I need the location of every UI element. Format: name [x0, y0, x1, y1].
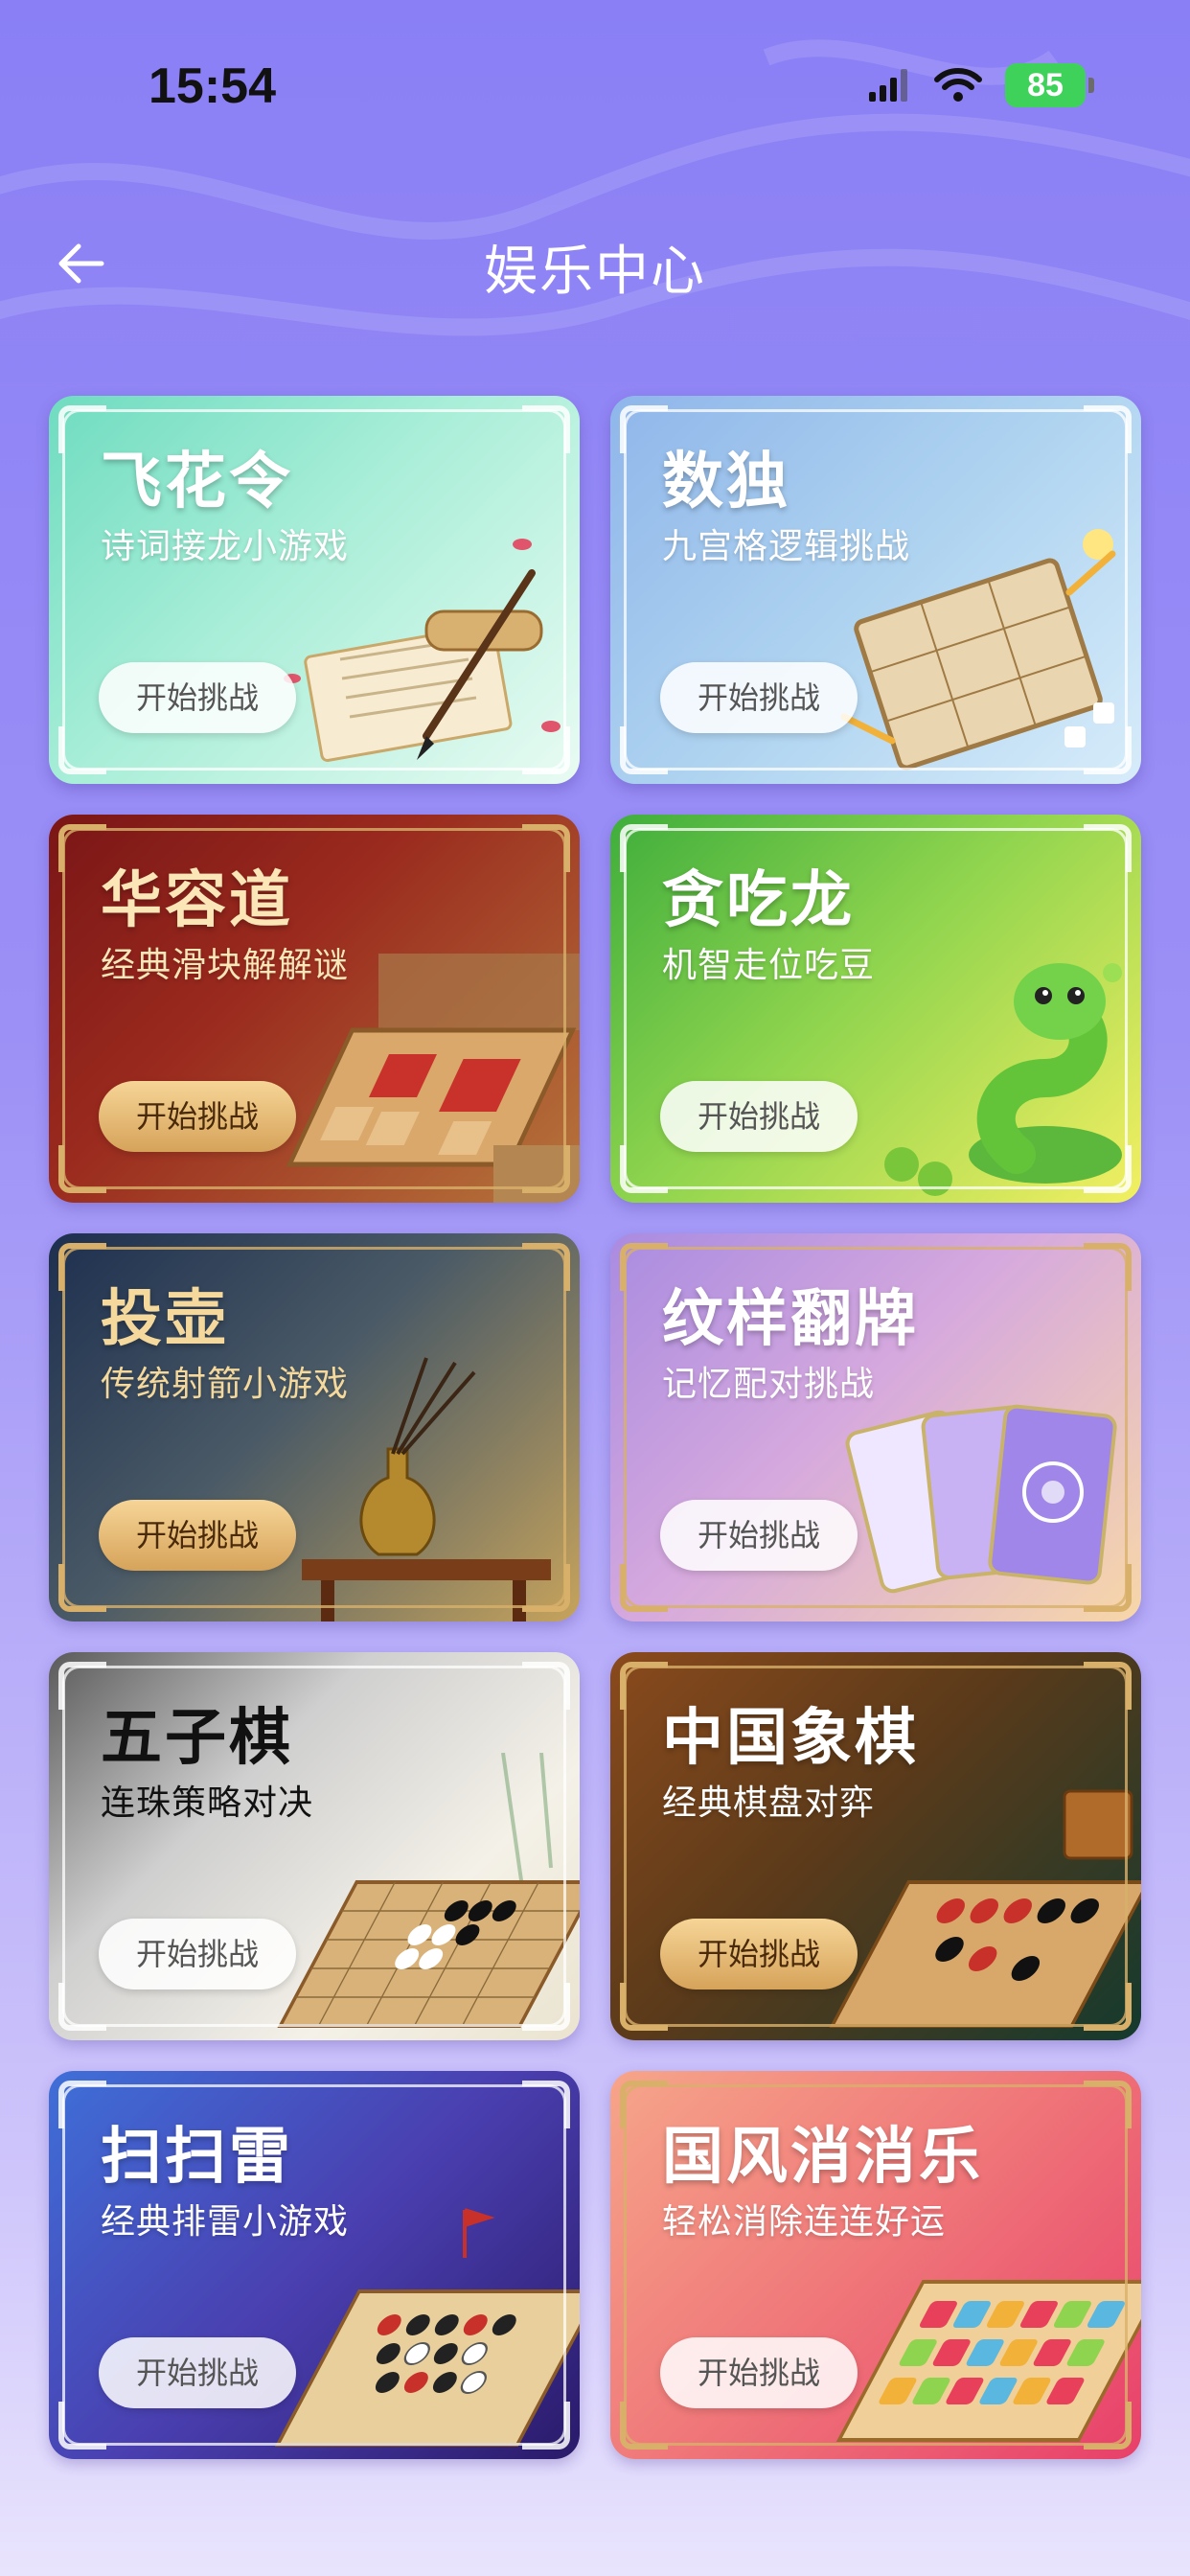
- corner-ornament: [522, 405, 570, 453]
- status-bar: 15:54 85: [0, 0, 1190, 172]
- start-challenge-button[interactable]: 开始挑战: [99, 1500, 296, 1571]
- corner-ornament: [1084, 1564, 1132, 1612]
- card-subtitle: 经典棋盘对弈: [662, 1783, 876, 1823]
- start-challenge-button[interactable]: 开始挑战: [660, 1500, 858, 1571]
- corner-ornament: [58, 405, 106, 453]
- game-card-huarongdao[interactable]: 华容道 经典滑块解解谜 开始挑战: [49, 815, 580, 1203]
- game-card-wuziqi[interactable]: 五子棋 连珠策略对决 开始挑战: [49, 1652, 580, 2040]
- start-challenge-button[interactable]: 开始挑战: [99, 1081, 296, 1152]
- card-subtitle: 诗词接龙小游戏: [101, 527, 350, 566]
- corner-ornament: [522, 2081, 570, 2128]
- card-subtitle: 机智走位吃豆: [662, 946, 876, 985]
- card-subtitle: 连珠策略对决: [101, 1783, 314, 1823]
- corner-ornament: [620, 824, 668, 872]
- card-title: 贪吃龙: [662, 865, 855, 936]
- corner-ornament: [58, 2402, 106, 2450]
- game-card-touhu[interactable]: 投壶 传统射箭小游戏 开始挑战: [49, 1233, 580, 1622]
- corner-ornament: [522, 1983, 570, 2031]
- corner-ornament: [620, 1983, 668, 2031]
- start-challenge-button[interactable]: 开始挑战: [660, 1081, 858, 1152]
- corner-ornament: [58, 1662, 106, 1710]
- card-title: 数独: [662, 447, 790, 518]
- corner-ornament: [1084, 2402, 1132, 2450]
- corner-ornament: [522, 1662, 570, 1710]
- corner-ornament: [620, 1243, 668, 1291]
- card-subtitle: 经典排雷小游戏: [101, 2202, 350, 2242]
- card-title: 五子棋: [101, 1703, 293, 1774]
- card-subtitle: 记忆配对挑战: [662, 1365, 876, 1404]
- card-subtitle: 传统射箭小游戏: [101, 1365, 350, 1404]
- game-card-grid: 飞花令 诗词接龙小游戏 开始挑战 数独 九宫格逻辑挑战 开始挑战 华容道 经典滑…: [49, 396, 1141, 2459]
- game-card-tanchilong[interactable]: 贪吃龙 机智走位吃豆 开始挑战: [610, 815, 1141, 1203]
- card-title: 华容道: [101, 865, 293, 936]
- corner-ornament: [620, 726, 668, 774]
- game-card-shudu[interactable]: 数独 九宫格逻辑挑战 开始挑战: [610, 396, 1141, 784]
- card-subtitle: 经典滑块解解谜: [101, 946, 350, 985]
- card-title: 国风消消乐: [662, 2122, 983, 2193]
- corner-ornament: [620, 1662, 668, 1710]
- corner-ornament: [58, 2081, 106, 2128]
- corner-ornament: [1084, 824, 1132, 872]
- corner-ornament: [1084, 1983, 1132, 2031]
- corner-ornament: [58, 1564, 106, 1612]
- corner-ornament: [1084, 726, 1132, 774]
- card-subtitle: 轻松消除连连好运: [662, 2202, 947, 2242]
- card-title: 投壶: [101, 1284, 229, 1355]
- start-challenge-button[interactable]: 开始挑战: [99, 1919, 296, 1990]
- game-card-wenyangfanpai[interactable]: 纹样翻牌 记忆配对挑战 开始挑战: [610, 1233, 1141, 1622]
- battery-icon: 85: [1005, 63, 1094, 107]
- corner-ornament: [522, 824, 570, 872]
- corner-ornament: [522, 1564, 570, 1612]
- corner-ornament: [1084, 1145, 1132, 1193]
- wifi-icon: [934, 68, 982, 102]
- corner-ornament: [522, 1145, 570, 1193]
- game-card-xiangqi[interactable]: 中国象棋 经典棋盘对弈 开始挑战: [610, 1652, 1141, 2040]
- game-card-feihualing[interactable]: 飞花令 诗词接龙小游戏 开始挑战: [49, 396, 580, 784]
- start-challenge-button[interactable]: 开始挑战: [660, 662, 858, 733]
- page-title: 娱乐中心: [484, 241, 706, 303]
- corner-ornament: [58, 824, 106, 872]
- start-challenge-button[interactable]: 开始挑战: [660, 1919, 858, 1990]
- battery-level: 85: [1005, 63, 1086, 107]
- card-title: 扫扫雷: [101, 2122, 293, 2193]
- corner-ornament: [1084, 405, 1132, 453]
- corner-ornament: [58, 726, 106, 774]
- signal-icon: [869, 69, 907, 102]
- corner-ornament: [1084, 1243, 1132, 1291]
- corner-ornament: [522, 726, 570, 774]
- corner-ornament: [522, 2402, 570, 2450]
- corner-ornament: [58, 1145, 106, 1193]
- battery-cap: [1088, 78, 1094, 93]
- card-title: 中国象棋: [662, 1703, 919, 1774]
- game-card-guofengxiaoxiaole[interactable]: 国风消消乐 轻松消除连连好运 开始挑战: [610, 2071, 1141, 2459]
- corner-ornament: [522, 1243, 570, 1291]
- status-time: 15:54: [149, 58, 276, 114]
- corner-ornament: [620, 1145, 668, 1193]
- card-title: 飞花令: [101, 447, 293, 518]
- corner-ornament: [1084, 1662, 1132, 1710]
- game-card-saosaolei[interactable]: 扫扫雷 经典排雷小游戏 开始挑战: [49, 2071, 580, 2459]
- card-title: 纹样翻牌: [662, 1284, 919, 1355]
- corner-ornament: [620, 2081, 668, 2128]
- corner-ornament: [58, 1983, 106, 2031]
- start-challenge-button[interactable]: 开始挑战: [99, 662, 296, 733]
- status-icons: 85: [869, 63, 1094, 107]
- corner-ornament: [58, 1243, 106, 1291]
- start-challenge-button[interactable]: 开始挑战: [99, 2337, 296, 2408]
- header: 娱乐中心: [0, 220, 1190, 307]
- corner-ornament: [620, 405, 668, 453]
- card-subtitle: 九宫格逻辑挑战: [662, 527, 911, 566]
- corner-ornament: [1084, 2081, 1132, 2128]
- start-challenge-button[interactable]: 开始挑战: [660, 2337, 858, 2408]
- corner-ornament: [620, 2402, 668, 2450]
- corner-ornament: [620, 1564, 668, 1612]
